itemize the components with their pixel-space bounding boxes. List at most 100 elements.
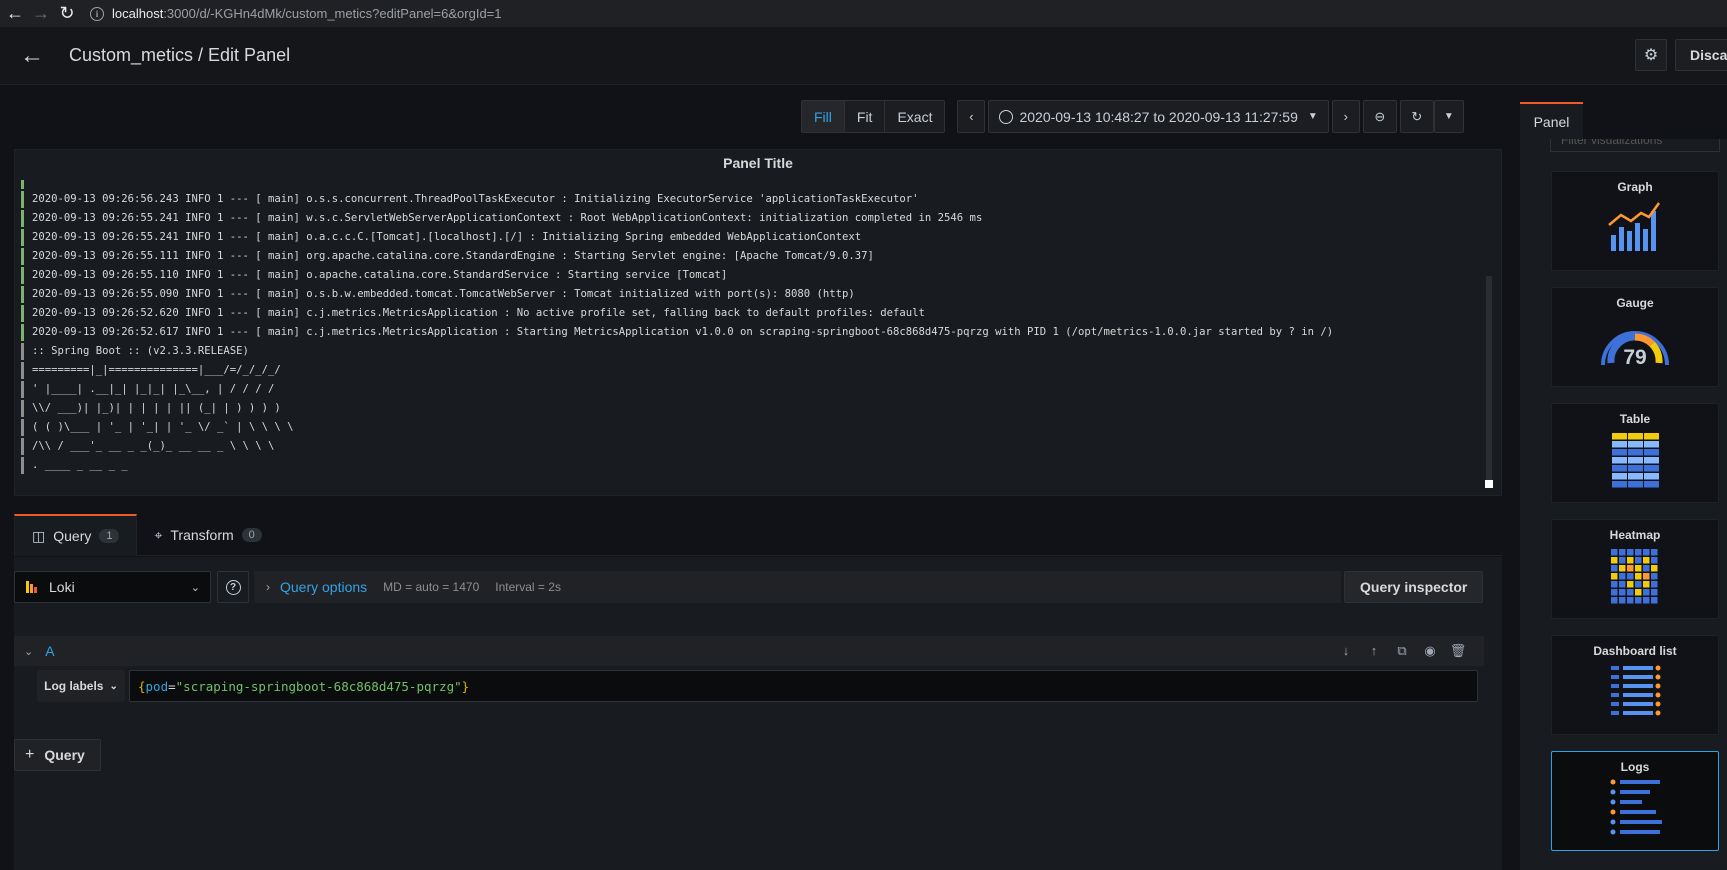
- arrow-left-icon[interactable]: ←: [17, 41, 47, 71]
- query-editor-area: [14, 557, 1502, 870]
- log-message: :: Spring Boot :: (v2.3.3.RELEASE): [32, 345, 249, 357]
- copy-icon[interactable]: ⧉: [1388, 643, 1416, 659]
- trash-icon[interactable]: 🗑: [1444, 643, 1472, 659]
- interval: Interval = 2s: [495, 580, 561, 594]
- url-path: :3000/d/-KGHn4dMk/custom_metics?editPane…: [163, 6, 502, 21]
- scrollbar-thumb[interactable]: [1485, 480, 1493, 488]
- log-message: \\/ ___)| |_)| | | | | || (_| | ) ) ) ): [32, 402, 281, 414]
- log-message: =========|_|==============|___/=/_/_/_/: [32, 364, 281, 376]
- address-bar[interactable]: i localhost:3000/d/-KGHn4dMk/custom_meti…: [86, 6, 502, 21]
- log-level-indicator: [21, 457, 24, 474]
- move-up-icon[interactable]: ↑: [1360, 643, 1388, 659]
- expr-close-brace: }: [461, 678, 470, 694]
- query-row-header[interactable]: ⌄ A ↓ ↑ ⧉ ◉ 🗑: [14, 636, 1484, 666]
- zoom-out-icon[interactable]: ⊖: [1362, 100, 1397, 133]
- chevron-left-icon[interactable]: ‹: [957, 100, 986, 133]
- log-message: ( ( )\___ | '_ | '_| | '_ \/ _` | \ \ \ …: [32, 421, 294, 433]
- viz-gauge[interactable]: Gauge 79: [1551, 287, 1719, 387]
- discard-button[interactable]: Discard: [1675, 39, 1727, 71]
- log-row[interactable]: \\/ ___)| |_)| | | | | || (_| | ) ) ) ): [21, 399, 1471, 418]
- clock-icon: [999, 109, 1014, 124]
- tab-transform[interactable]: ⌖ Transform 0: [137, 514, 278, 556]
- log-row[interactable]: /\\ / ___'_ __ _ _(_)_ __ __ _ \ \ \ \: [21, 437, 1471, 456]
- log-row[interactable]: 2020-09-13 09:26:55.090 INFO 1 --- [ mai…: [21, 285, 1471, 304]
- log-row[interactable]: 2020-09-13 09:26:56.243 INFO 1 --- [ mai…: [21, 190, 1471, 209]
- log-row[interactable]: ' |____| .__|_| |_|_| |_\__, | / / / /: [21, 380, 1471, 399]
- expr-key: pod: [145, 678, 169, 694]
- log-labels-button[interactable]: Log labels ⌄: [37, 670, 125, 702]
- expr-open-brace: {: [138, 678, 146, 694]
- viz-graph[interactable]: Graph: [1551, 171, 1719, 271]
- add-query-button[interactable]: + Query: [14, 739, 101, 771]
- scrollbar[interactable]: [1486, 276, 1492, 488]
- log-rows: 2020-09-13 09:26:56.243 INFO 1 --- [ mai…: [21, 180, 1471, 490]
- url-host: localhost: [112, 6, 164, 21]
- expr-value: "scraping-springboot-68c868d475-pqrzg": [175, 678, 462, 694]
- log-row[interactable]: 2020-09-13 09:26:52.617 INFO 1 --- [ mai…: [21, 323, 1471, 342]
- query-expression-input[interactable]: {pod = "scraping-springboot-68c868d475-pqr…: [129, 670, 1478, 702]
- expr-operator: =: [168, 678, 176, 694]
- chevron-right-icon[interactable]: ›: [1331, 100, 1360, 133]
- help-button[interactable]: ?: [217, 571, 249, 603]
- eye-icon[interactable]: ◉: [1416, 643, 1444, 659]
- log-row[interactable]: 2020-09-13 09:26:55.110 INFO 1 --- [ mai…: [21, 266, 1471, 285]
- forward-icon[interactable]: →: [30, 3, 52, 25]
- viz-dashboard-list[interactable]: Dashboard list: [1551, 635, 1719, 735]
- chevron-down-icon: ▼: [1307, 111, 1318, 122]
- log-message: 2020-09-13 09:26:55.241 INFO 1 --- [ mai…: [32, 212, 983, 224]
- log-level-indicator: [21, 229, 24, 246]
- query-inspector-button[interactable]: Query inspector: [1344, 571, 1484, 603]
- log-row[interactable]: [21, 180, 1471, 190]
- query-options[interactable]: › Query options MD = auto = 1470 Interva…: [254, 571, 1341, 603]
- logs-panel: Panel Title 2020-09-13 09:26:56.243 INFO…: [14, 149, 1502, 496]
- log-row[interactable]: 2020-09-13 09:26:55.241 INFO 1 --- [ mai…: [21, 228, 1471, 247]
- time-range-label: 2020-09-13 10:48:27 to 2020-09-13 11:27:…: [1019, 108, 1298, 125]
- log-message: 2020-09-13 09:26:52.620 INFO 1 --- [ mai…: [32, 307, 925, 319]
- log-row[interactable]: :: Spring Boot :: (v2.3.3.RELEASE): [21, 342, 1471, 361]
- chevron-down-icon: ⌄: [190, 581, 200, 594]
- chevron-down-icon[interactable]: ⌄: [24, 645, 33, 658]
- reload-icon[interactable]: ↻: [56, 3, 78, 25]
- page-header: ← Custom_metics / Edit Panel ⚙ Discard: [0, 27, 1727, 85]
- viz-table[interactable]: Table: [1551, 403, 1719, 503]
- tab-panel[interactable]: Panel: [1520, 102, 1583, 139]
- log-message: 2020-09-13 09:26:55.111 INFO 1 --- [ mai…: [32, 250, 874, 262]
- log-message: ' |____| .__|_| |_|_| |_\__, | / / / /: [32, 383, 275, 395]
- query-field: Log labels ⌄ {pod = "scraping-springboot-6…: [37, 670, 1478, 702]
- tab-query-label: Query: [53, 528, 92, 544]
- info-icon[interactable]: i: [90, 6, 104, 21]
- log-row[interactable]: 2020-09-13 09:26:55.111 INFO 1 --- [ mai…: [21, 247, 1471, 266]
- log-message: 2020-09-13 09:26:52.617 INFO 1 --- [ mai…: [32, 326, 1334, 338]
- refresh-interval-chevron-icon[interactable]: ▼: [1433, 100, 1464, 133]
- log-row[interactable]: 2020-09-13 09:26:52.620 INFO 1 --- [ mai…: [21, 304, 1471, 323]
- log-message: /\\ / ___'_ __ _ _(_)_ __ __ _ \ \ \ \: [32, 440, 275, 452]
- move-down-icon[interactable]: ↓: [1332, 643, 1360, 659]
- panel-title[interactable]: Panel Title: [15, 150, 1501, 177]
- tab-query-count: 1: [99, 529, 120, 543]
- log-row[interactable]: . ____ _ __ _ _: [21, 456, 1471, 475]
- max-data-points: MD = auto = 1470: [383, 580, 480, 594]
- datasource-picker[interactable]: Loki ⌄: [14, 571, 211, 603]
- log-level-indicator: [21, 324, 24, 341]
- fit-mode-button[interactable]: Fit: [843, 101, 885, 132]
- time-range-picker[interactable]: 2020-09-13 10:48:27 to 2020-09-13 11:27:…: [988, 100, 1329, 133]
- log-level-indicator: [21, 191, 24, 208]
- fill-mode-button[interactable]: Fill: [802, 101, 844, 132]
- log-level-indicator: [21, 362, 24, 379]
- filter-visualizations-input[interactable]: Filter visualizations: [1550, 139, 1720, 152]
- gear-icon[interactable]: ⚙: [1635, 39, 1667, 71]
- log-row[interactable]: 2020-09-13 09:26:55.241 INFO 1 --- [ mai…: [21, 209, 1471, 228]
- viz-logs[interactable]: Logs: [1551, 751, 1719, 851]
- table-icon: [1612, 433, 1659, 488]
- refresh-icon[interactable]: ↻: [1399, 100, 1434, 133]
- log-row[interactable]: =========|_|==============|___/=/_/_/_/: [21, 361, 1471, 380]
- log-row[interactable]: ( ( )\___ | '_ | '_| | '_ \/ _` | \ \ \ …: [21, 418, 1471, 437]
- log-level-indicator: [21, 210, 24, 227]
- back-icon[interactable]: ←: [4, 3, 26, 25]
- log-level-indicator: [21, 438, 24, 455]
- tab-query[interactable]: ◫ Query 1: [14, 514, 138, 556]
- log-level-indicator: [21, 248, 24, 265]
- exact-mode-button[interactable]: Exact: [884, 101, 944, 132]
- transform-icon: ⌖: [154, 526, 163, 543]
- viz-heatmap[interactable]: Heatmap: [1551, 519, 1719, 619]
